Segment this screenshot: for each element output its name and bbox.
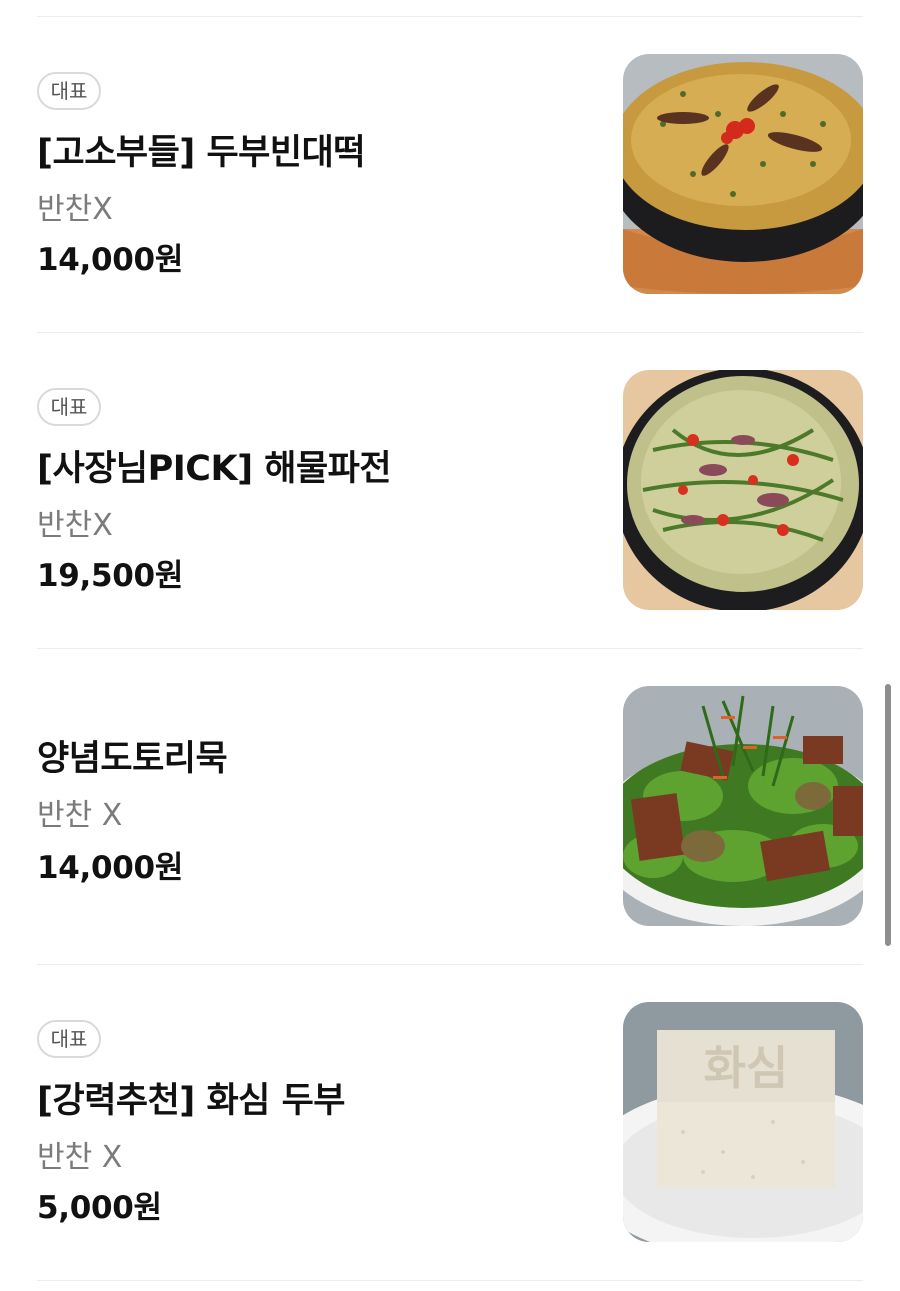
divider bbox=[37, 964, 863, 965]
menu-item-bindaetteok[interactable]: 대표 [고소부들] 두부빈대떡 반찬X 14,000원 bbox=[37, 54, 863, 294]
menu-item-description: 반찬X bbox=[37, 192, 113, 227]
scrollbar[interactable] bbox=[885, 684, 891, 946]
divider bbox=[37, 332, 863, 333]
menu-item-description: 반찬 X bbox=[37, 798, 123, 833]
tofu-stamp-text: 화심 bbox=[704, 1041, 789, 1095]
menu-item-name: [강력추천] 화심 두부 bbox=[37, 1081, 345, 1121]
menu-item-price: 14,000원 bbox=[37, 242, 184, 278]
menu-item-hwasim-tofu[interactable]: 대표 [강력추천] 화심 두부 반찬 X 5,000원 화심 bbox=[37, 1002, 863, 1242]
menu-item-name: 양념도토리묵 bbox=[37, 739, 228, 779]
menu-item-description: 반찬 X bbox=[37, 1140, 123, 1175]
divider bbox=[37, 16, 863, 17]
menu-item-name: [고소부들] 두부빈대떡 bbox=[37, 133, 365, 173]
menu-item-price: 14,000원 bbox=[37, 850, 184, 886]
menu-item-haemul-pajeon[interactable]: 대표 [사장님PICK] 해물파전 반찬X 19,500원 bbox=[37, 370, 863, 610]
representative-badge: 대표 bbox=[37, 1020, 101, 1058]
representative-badge: 대표 bbox=[37, 72, 101, 110]
divider bbox=[37, 1280, 863, 1281]
tofu-photo: 화심 bbox=[623, 1002, 863, 1242]
menu-item-price: 19,500원 bbox=[37, 558, 184, 594]
menu-item-price: 5,000원 bbox=[37, 1190, 162, 1226]
menu-item-description: 반찬X bbox=[37, 508, 113, 543]
divider bbox=[37, 648, 863, 649]
bindaetteok-photo bbox=[623, 54, 863, 294]
menu-item-dotorimuk[interactable]: 양념도토리묵 반찬 X 14,000원 bbox=[37, 686, 863, 926]
haemul-pajeon-photo bbox=[623, 370, 863, 610]
menu-item-name: [사장님PICK] 해물파전 bbox=[37, 449, 392, 489]
representative-badge: 대표 bbox=[37, 388, 101, 426]
dotorimuk-photo bbox=[623, 686, 863, 926]
